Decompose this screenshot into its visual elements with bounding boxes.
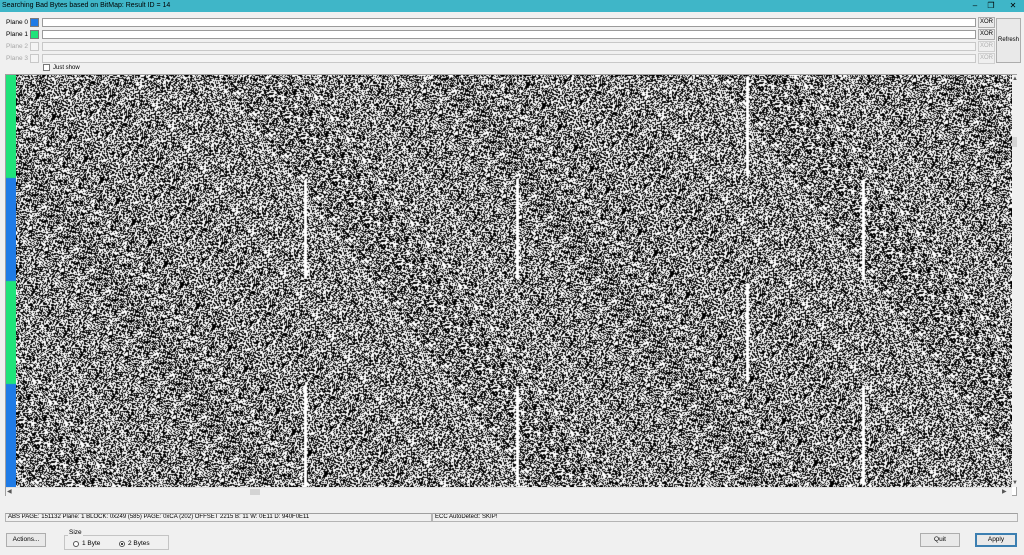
plane-2-label: Plane 2 xyxy=(6,43,29,50)
status-ecc: ECC AutoDetect: SKIP! xyxy=(432,513,1018,522)
minimize-icon[interactable]: – xyxy=(968,0,982,12)
plane-3-label: Plane 3 xyxy=(6,55,29,62)
plane-2-color-swatch xyxy=(30,42,39,51)
plane-3-bar xyxy=(42,54,976,63)
title-bar: Searching Bad Bytes based on BitMap: Res… xyxy=(0,0,1024,12)
plane-2-xor-button: XOR xyxy=(978,41,995,52)
scroll-down-icon[interactable]: ▼ xyxy=(1012,479,1018,487)
plane-3-color-swatch xyxy=(30,54,39,63)
scroll-left-icon[interactable]: ◀ xyxy=(7,488,12,496)
plane-0-label: Plane 0 xyxy=(6,19,29,26)
scroll-right-icon[interactable]: ▶ xyxy=(1002,488,1007,496)
apply-button[interactable]: Apply xyxy=(975,533,1017,547)
plane-0-bar xyxy=(42,18,976,27)
size-2-bytes-radio[interactable] xyxy=(119,541,125,547)
horizontal-scroll-thumb[interactable] xyxy=(250,489,260,495)
scroll-up-icon[interactable]: ▲ xyxy=(1012,75,1018,83)
vertical-scrollbar[interactable]: ▲ ▼ xyxy=(1012,75,1018,487)
vertical-scroll-thumb[interactable] xyxy=(1012,137,1017,147)
plane-1-bar xyxy=(42,30,976,39)
plane-1-label: Plane 1 xyxy=(6,31,29,38)
size-2-bytes-label: 2 Bytes xyxy=(128,540,150,547)
plane-0-xor-button[interactable]: XOR xyxy=(978,17,995,28)
quit-button[interactable]: Quit xyxy=(920,533,960,547)
plane-0-color-swatch[interactable] xyxy=(30,18,39,27)
plane-1-color-swatch[interactable] xyxy=(30,30,39,39)
plane-2-bar xyxy=(42,42,976,51)
status-location: ABS PAGE: 151132 Plane: 1 BLOCK: 0x249 (… xyxy=(5,513,432,522)
close-icon[interactable]: ✕ xyxy=(1006,0,1020,12)
size-group-title: Size xyxy=(68,529,83,536)
size-group xyxy=(64,535,169,550)
size-1-byte-radio[interactable] xyxy=(73,541,79,547)
restore-icon[interactable]: ❐ xyxy=(984,0,998,12)
bitmap-canvas[interactable] xyxy=(16,75,1012,487)
plane-1-xor-button[interactable]: XOR xyxy=(978,29,995,40)
refresh-button[interactable]: Refresh xyxy=(996,18,1021,63)
plane-color-strip xyxy=(6,75,16,487)
just-show-label: Just show xyxy=(53,65,80,71)
plane-row-0: Plane 0 XOR xyxy=(0,17,1000,28)
plane-row-1: Plane 1 XOR xyxy=(0,29,1000,40)
size-1-byte-label: 1 Byte xyxy=(82,540,101,547)
plane-row-3: Plane 3 XOR xyxy=(0,53,1000,64)
plane-row-2: Plane 2 XOR xyxy=(0,41,1000,52)
window-title: Searching Bad Bytes based on BitMap: Res… xyxy=(2,2,171,9)
just-show-checkbox[interactable] xyxy=(43,64,50,71)
bitmap-viewer[interactable]: ▲ ▼ ◀ ▶ xyxy=(5,74,1018,496)
horizontal-scrollbar[interactable]: ◀ ▶ xyxy=(6,487,1012,496)
plane-3-xor-button: XOR xyxy=(978,53,995,64)
actions-button[interactable]: Actions... xyxy=(6,533,46,547)
